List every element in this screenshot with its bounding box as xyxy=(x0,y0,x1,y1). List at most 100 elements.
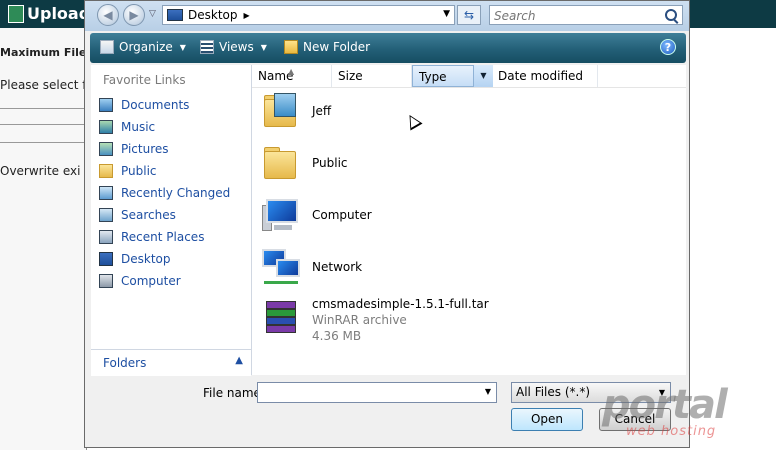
nav-item-label: Recently Changed xyxy=(121,186,231,200)
file-open-dialog: ◀ ▶ ▽ Desktop ▶ ▼ ⇆ Organize ▼ Views ▼ N… xyxy=(84,0,690,448)
background-title-text: Upload xyxy=(27,4,91,23)
nav-item-label: Desktop xyxy=(121,252,171,266)
desktop-icon xyxy=(99,252,113,266)
file-name-combobox[interactable]: ▼ xyxy=(257,382,497,404)
file-item-computer[interactable]: Computer xyxy=(260,193,560,237)
new-folder-button[interactable]: New Folder xyxy=(284,40,370,54)
column-header-date-modified[interactable]: Date modified xyxy=(492,65,598,87)
music-icon xyxy=(99,120,113,134)
address-row: ◀ ▶ ▽ Desktop ▶ ▼ ⇆ xyxy=(85,1,689,31)
organize-button[interactable]: Organize ▼ xyxy=(100,40,186,54)
refresh-button[interactable]: ⇆ xyxy=(457,5,481,25)
file-name: Computer xyxy=(312,208,372,222)
background-divider xyxy=(0,108,86,109)
nav-item-recent-places[interactable]: Recent Places xyxy=(99,227,204,247)
search-input[interactable] xyxy=(490,6,666,26)
file-item-public[interactable]: Public xyxy=(260,141,560,185)
views-icon xyxy=(200,40,214,54)
file-type: WinRAR archive xyxy=(312,313,407,327)
nav-item-label: Music xyxy=(121,120,156,134)
background-divider xyxy=(0,142,86,143)
recent-pages-dropdown[interactable]: ▽ xyxy=(149,9,156,19)
nav-item-pictures[interactable]: Pictures xyxy=(99,139,169,159)
recent-places-icon xyxy=(99,230,113,244)
watermark-logo: portal web hosting xyxy=(600,382,770,442)
nav-item-documents[interactable]: Documents xyxy=(99,95,189,115)
nav-item-desktop[interactable]: Desktop xyxy=(99,249,171,269)
new-folder-icon xyxy=(284,40,298,54)
chevron-down-icon[interactable]: ▼ xyxy=(485,387,491,396)
nav-item-label: Computer xyxy=(121,274,181,288)
file-name-input[interactable] xyxy=(258,383,482,404)
nav-item-searches[interactable]: Searches xyxy=(99,205,176,225)
watermark-subtitle: web hosting xyxy=(626,424,717,439)
toolbar: Organize ▼ Views ▼ New Folder ? xyxy=(90,33,686,63)
file-item-network[interactable]: Network xyxy=(260,245,560,289)
forward-arrow-icon: ▶ xyxy=(129,8,139,22)
address-location[interactable]: Desktop xyxy=(188,8,238,22)
back-button[interactable]: ◀ xyxy=(97,4,119,26)
search-icon[interactable] xyxy=(665,9,677,21)
file-name: Public xyxy=(312,156,348,170)
favorite-links-header: Favorite Links xyxy=(103,73,186,87)
background-divider xyxy=(0,124,86,125)
nav-item-label: Public xyxy=(121,164,157,178)
public-folder-icon xyxy=(99,164,113,178)
breadcrumb-arrow-icon[interactable]: ▶ xyxy=(244,11,250,20)
column-header-size[interactable]: Size xyxy=(332,65,412,87)
nav-item-label: Documents xyxy=(121,98,190,112)
column-filter-dropdown-icon[interactable]: ▼ xyxy=(473,65,493,87)
nav-item-recently-changed[interactable]: Recently Changed xyxy=(99,183,230,203)
file-type-selected: All Files (*.*) xyxy=(516,385,591,399)
file-size: 4.36 MB xyxy=(312,329,362,343)
refresh-icon: ⇆ xyxy=(463,8,475,22)
column-header-label: Date modified xyxy=(498,69,584,83)
folders-toggle[interactable]: Folders ▲ xyxy=(91,349,251,376)
nav-item-label: Recent Places xyxy=(121,230,205,244)
back-arrow-icon: ◀ xyxy=(103,8,113,22)
desktop-icon xyxy=(167,9,183,21)
winrar-archive-icon xyxy=(260,297,304,341)
navigation-pane: Favorite Links Documents Music Pictures … xyxy=(91,65,252,375)
nav-item-computer[interactable]: Computer xyxy=(99,271,181,291)
file-name: Jeff xyxy=(312,104,332,118)
user-folder-icon xyxy=(260,89,304,133)
column-header-name[interactable]: Name ▲ xyxy=(252,65,332,87)
chevron-down-icon: ▼ xyxy=(179,42,186,52)
recently-changed-icon xyxy=(99,186,113,200)
column-headers: Name ▲ Size Type ▼ Date modified xyxy=(252,65,686,88)
nav-item-label: Searches xyxy=(121,208,176,222)
search-box[interactable] xyxy=(489,5,683,26)
open-button[interactable]: Open xyxy=(511,408,583,431)
file-name: Network xyxy=(312,260,363,274)
watermark-title: portal xyxy=(602,382,728,428)
chevron-down-icon: ▼ xyxy=(260,42,267,52)
file-item-archive[interactable]: cmsmadesimple-1.5.1-full.tar WinRAR arch… xyxy=(260,297,560,343)
chevron-up-icon: ▲ xyxy=(235,355,243,366)
searches-icon xyxy=(99,208,113,222)
file-list: Name ▲ Size Type ▼ Date modified Jeff Pu… xyxy=(252,65,686,375)
column-header-label: Size xyxy=(338,69,363,83)
organize-label: Organize xyxy=(119,40,173,54)
folders-label: Folders xyxy=(103,356,147,370)
help-button[interactable]: ? xyxy=(660,39,676,55)
views-label: Views xyxy=(219,40,254,54)
upload-icon xyxy=(8,4,24,23)
file-name-label: File name: xyxy=(203,386,265,400)
nav-item-public[interactable]: Public xyxy=(99,161,157,181)
views-button[interactable]: Views ▼ xyxy=(200,40,267,54)
background-select-label: Please select fi xyxy=(0,78,87,92)
computer-icon xyxy=(99,274,113,288)
folder-icon xyxy=(260,141,304,185)
forward-button[interactable]: ▶ xyxy=(123,4,145,26)
background-content: Maximum File Please select fi Overwrite … xyxy=(0,28,87,450)
column-header-label: Type xyxy=(419,70,447,84)
address-dropdown-icon[interactable]: ▼ xyxy=(443,9,450,19)
background-max-file-label: Maximum File xyxy=(0,46,87,59)
file-name: cmsmadesimple-1.5.1-full.tar xyxy=(312,297,489,311)
address-bar[interactable]: Desktop ▶ ▼ xyxy=(162,5,455,25)
network-icon xyxy=(260,245,304,289)
nav-item-music[interactable]: Music xyxy=(99,117,155,137)
new-folder-label: New Folder xyxy=(303,40,371,54)
sort-up-icon: ▲ xyxy=(288,67,295,76)
